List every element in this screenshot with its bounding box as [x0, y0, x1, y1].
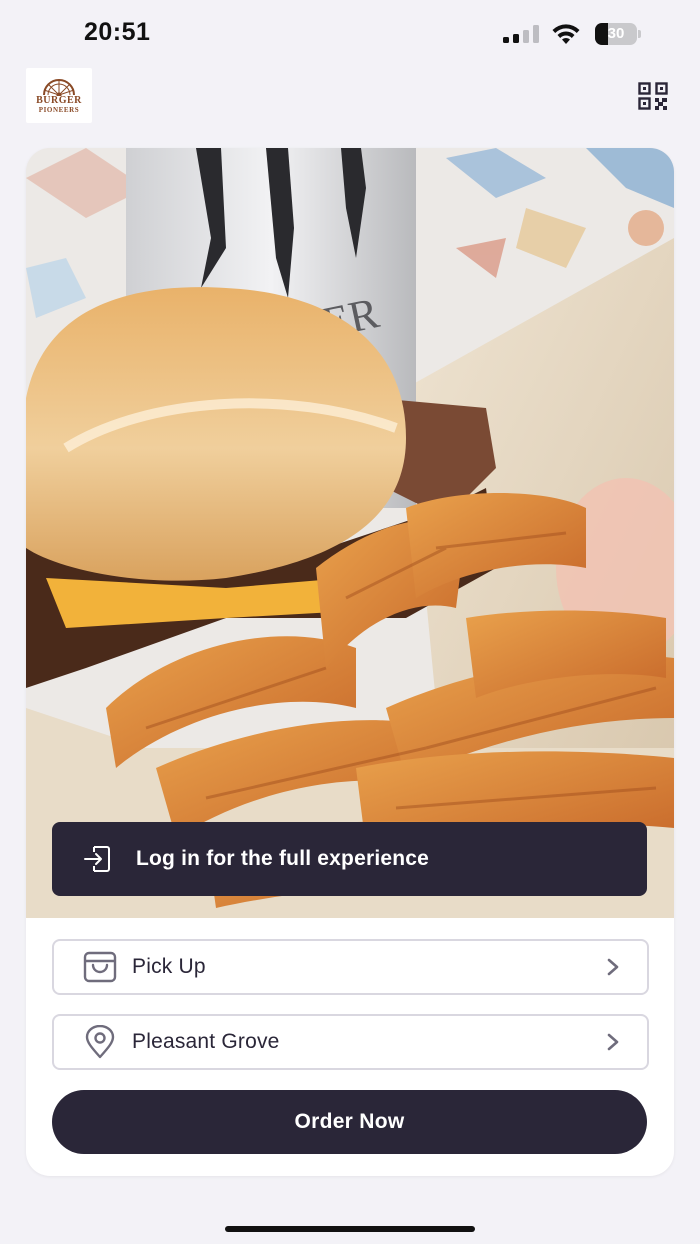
status-time: 20:51 [84, 18, 151, 46]
signal-icon [503, 25, 539, 43]
qr-code-button[interactable] [636, 80, 670, 112]
hero-image: ER [26, 148, 674, 918]
chevron-right-icon [607, 958, 619, 976]
chevron-right-icon [607, 1033, 619, 1051]
login-icon [84, 846, 110, 872]
shopping-bag-icon [82, 949, 118, 985]
brand-logo[interactable]: BURGER PIONEERS [26, 68, 92, 123]
location-selector[interactable]: Pleasant Grove [52, 1014, 649, 1070]
location-label: Pleasant Grove [132, 1030, 280, 1053]
battery-level: 30 [607, 25, 625, 42]
location-pin-icon [82, 1024, 118, 1060]
login-banner[interactable]: Log in for the full experience [52, 822, 647, 896]
order-now-button[interactable]: Order Now [52, 1090, 647, 1154]
login-banner-label: Log in for the full experience [136, 847, 430, 870]
wagon-wheel-logo [43, 78, 75, 96]
home-indicator[interactable] [225, 1226, 475, 1232]
qr-code-icon [638, 82, 668, 110]
order-type-label: Pick Up [132, 955, 206, 978]
ordering-card: ER Log in for the full experience Pick U… [26, 148, 674, 1176]
logo-text-pioneers: PIONEERS [38, 105, 80, 114]
status-bar: 20:51 30 [0, 0, 700, 66]
wifi-icon [552, 24, 580, 44]
battery-icon: 30 [595, 23, 641, 45]
order-type-selector[interactable]: Pick Up [52, 939, 649, 995]
burger-photo: ER [26, 148, 674, 918]
logo-text-burger: BURGER [36, 94, 82, 106]
